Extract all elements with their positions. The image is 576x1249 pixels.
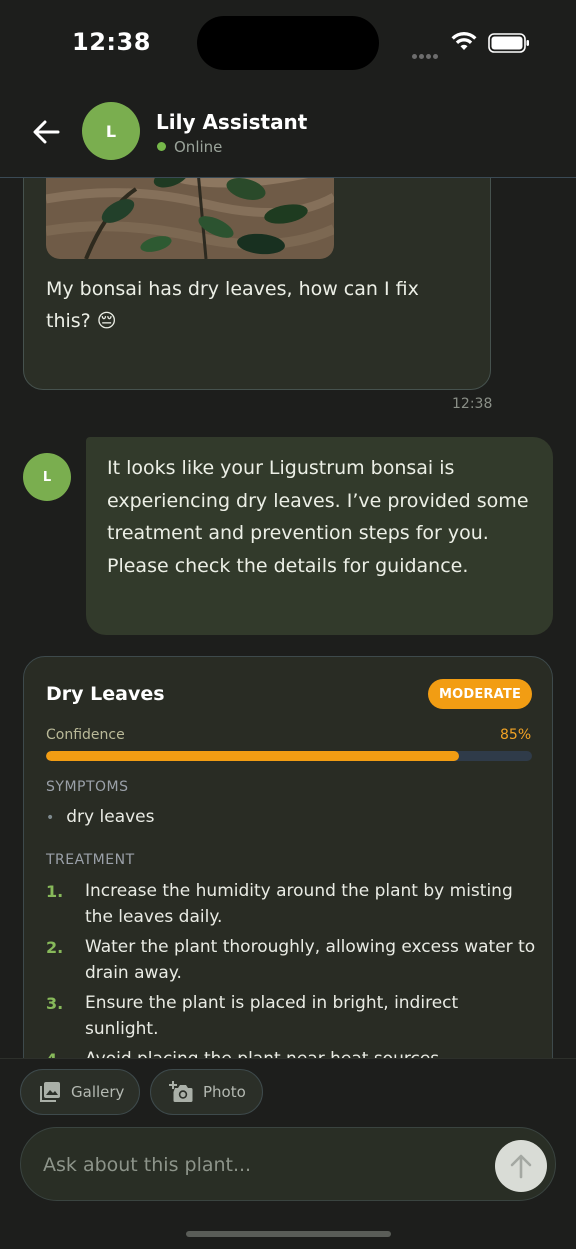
gallery-button[interactable]: Gallery	[20, 1069, 140, 1115]
photo-label: Photo	[203, 1083, 246, 1101]
composer-area: Gallery Photo	[0, 1058, 576, 1249]
treatment-text: Avoid placing the plant near heat source…	[85, 1049, 445, 1058]
add-camera-icon	[169, 1081, 193, 1102]
confidence-bar	[46, 751, 532, 761]
user-message-text: My bonsai has dry leaves, how can I fix …	[46, 278, 419, 332]
bot-message-bubble: It looks like your Ligustrum bonsai is e…	[86, 437, 553, 635]
send-button[interactable]	[495, 1140, 547, 1192]
treatment-item: 3. Ensure the plant is placed in bright, …	[46, 991, 536, 1042]
confidence-bar-fill	[46, 751, 460, 761]
confidence-label: Confidence	[46, 727, 125, 743]
treatment-text: Ensure the plant is placed in bright, in…	[85, 993, 459, 1039]
plant-photo[interactable]	[46, 178, 334, 259]
treatment-heading: TREATMENT	[46, 852, 135, 868]
bot-message-text: It looks like your Ligustrum bonsai is e…	[107, 457, 529, 577]
photo-button[interactable]: Photo	[150, 1069, 263, 1115]
treatment-number: 2.	[46, 938, 64, 957]
confidence-value: 85%	[500, 727, 532, 743]
message-input[interactable]	[43, 1146, 483, 1184]
bot-avatar: L	[23, 453, 71, 501]
gallery-label: Gallery	[71, 1083, 125, 1101]
treatment-number: 1.	[46, 882, 64, 901]
home-indicator	[186, 1231, 391, 1237]
diagnosis-card[interactable]: Dry Leaves MODERATE Confidence 85% SYMPT…	[23, 656, 553, 1058]
severity-badge: MODERATE	[428, 679, 532, 709]
cellular-signal-icon	[412, 44, 442, 59]
treatment-number: 3.	[46, 994, 64, 1013]
treatment-item: 4. Avoid placing the plant near heat sour…	[46, 1047, 536, 1058]
diagnosis-title: Dry Leaves	[46, 683, 165, 705]
wifi-icon	[451, 31, 477, 50]
back-arrow-icon[interactable]	[28, 116, 64, 148]
dynamic-island	[197, 16, 379, 70]
symptom-item: • dry leaves	[46, 807, 155, 827]
gallery-icon	[40, 1082, 60, 1102]
bullet-icon: •	[46, 810, 55, 826]
online-status-dot	[157, 142, 166, 151]
status-bar: 12:38	[0, 0, 576, 88]
symptoms-heading: SYMPTOMS	[46, 779, 129, 795]
treatment-text: Increase the humidity around the plant b…	[85, 881, 513, 927]
battery-icon	[488, 33, 529, 53]
user-message-bubble: My bonsai has dry leaves, how can I fix …	[23, 178, 491, 390]
chat-messages[interactable]: My bonsai has dry leaves, how can I fix …	[0, 178, 576, 1058]
status-time: 12:38	[72, 28, 151, 56]
treatment-text: Water the plant thoroughly, allowing exc…	[85, 937, 536, 983]
symptom-text: dry leaves	[66, 807, 155, 827]
treatment-list: 1. Increase the humidity around the plant…	[46, 879, 536, 1058]
message-timestamp: 12:38	[452, 396, 493, 412]
message-input-container	[20, 1127, 556, 1201]
treatment-item: 1. Increase the humidity around the plant…	[46, 879, 536, 930]
treatment-number: 4.	[46, 1047, 63, 1058]
chat-header: L Lily Assistant Online	[0, 88, 576, 178]
assistant-avatar[interactable]: L	[82, 102, 140, 160]
assistant-name: Lily Assistant	[156, 110, 308, 134]
arrow-up-icon	[510, 1154, 532, 1179]
online-status-text: Online	[174, 138, 223, 156]
treatment-item: 2. Water the plant thoroughly, allowing e…	[46, 935, 536, 986]
